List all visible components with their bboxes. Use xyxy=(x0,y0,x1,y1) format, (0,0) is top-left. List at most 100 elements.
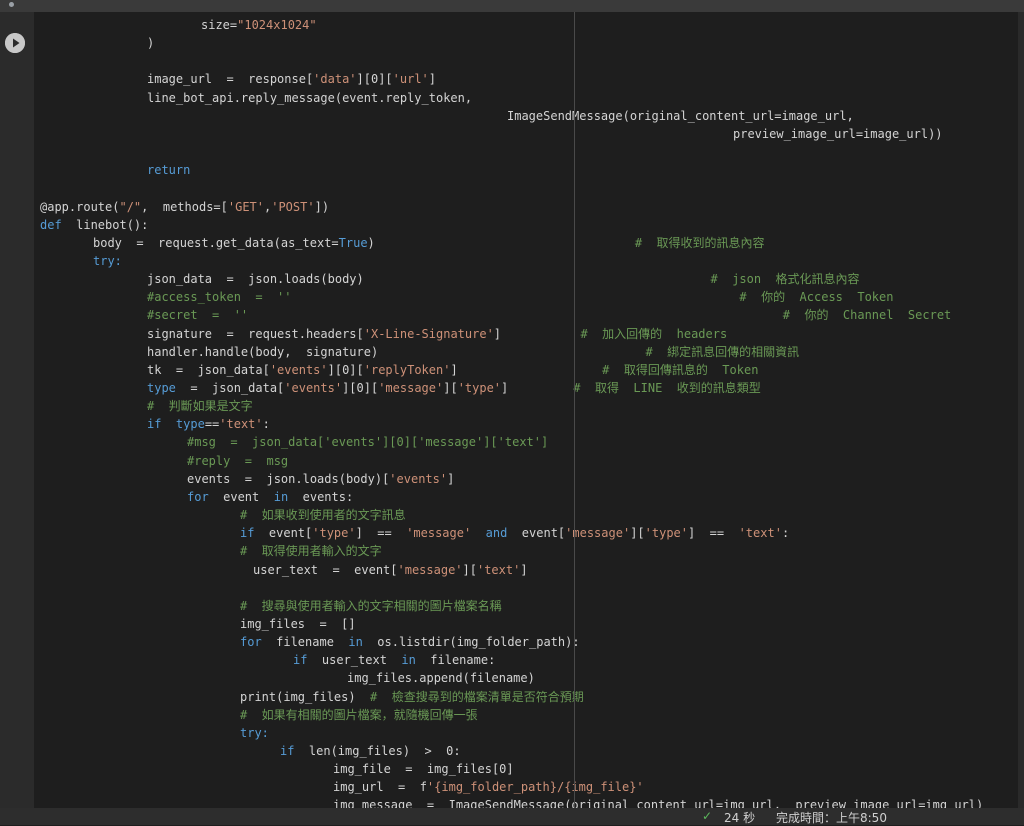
code-text: linebot(): xyxy=(61,217,149,232)
code-line: img_message = ImageSendMessage(original_… xyxy=(333,796,983,808)
code-comment: # 你的 Channel Secret xyxy=(248,308,952,323)
code-text: ] == xyxy=(355,526,407,541)
check-icon: ✓ xyxy=(702,809,713,823)
code-text: filename xyxy=(261,635,349,650)
code-keyword: for xyxy=(187,489,209,504)
code-string: 'url' xyxy=(392,72,429,87)
code-text: ][ xyxy=(443,381,458,395)
code-text: ) xyxy=(367,235,375,250)
play-icon xyxy=(5,33,25,53)
code-text: preview_image_url=image_url)) xyxy=(733,126,943,141)
code-line: signature = request.headers['X-Line-Sign… xyxy=(147,325,727,343)
code-comment: #reply = msg xyxy=(187,453,289,468)
code-keyword: if xyxy=(293,653,308,668)
code-line: ImageSendMessage(original_content_url=im… xyxy=(507,107,854,125)
code-string: 'events' xyxy=(269,362,328,377)
execution-duration: 24 秒 xyxy=(724,811,756,825)
code-comment: # 取得使用者輸入的文字 xyxy=(240,544,382,559)
code-text: = json_data[ xyxy=(175,381,285,395)
code-text: body = request.get_data(as_text= xyxy=(93,235,339,250)
code-text: user_text xyxy=(307,653,402,668)
code-line: @app.route("/", methods=['GET','POST']) xyxy=(40,198,329,216)
code-keyword: def xyxy=(40,217,62,232)
status-bar: ✓ 24 秒 完成時間：上午8:50 xyxy=(0,808,1024,825)
code-editor[interactable]: size="1024x1024") image_url = response['d… xyxy=(34,12,1024,808)
code-keyword: if xyxy=(240,526,255,541)
code-keyword: if xyxy=(147,417,162,432)
code-line: events = json.loads(body)['events'] xyxy=(187,470,454,488)
code-string: 'events' xyxy=(389,471,448,486)
code-text: ] xyxy=(493,326,502,341)
top-toolbar xyxy=(0,0,1024,12)
code-comment: #msg = json_data['events'][0]['message']… xyxy=(187,435,549,450)
code-text: , methods=[ xyxy=(141,199,228,214)
code-text: img_url = f xyxy=(333,780,427,795)
code-line: if user_text in filename: xyxy=(293,651,495,669)
code-string: 'GET' xyxy=(227,199,264,214)
code-comment: # 判斷如果是文字 xyxy=(147,399,253,414)
code-text: ] xyxy=(428,72,437,87)
code-string: 'type' xyxy=(644,526,688,541)
code-text: ] xyxy=(450,362,458,377)
code-line: if len(img_files) > 0: xyxy=(280,742,461,760)
code-line: tk = json_data['events'][0]['replyToken'… xyxy=(147,361,758,379)
code-comment: # 取得 LINE 收到的訊息類型 xyxy=(508,381,761,395)
run-cell-button[interactable] xyxy=(5,33,25,53)
code-line: # 搜尋與使用者輸入的文字相關的圖片檔案名稱 xyxy=(240,597,502,615)
scrollbar[interactable] xyxy=(1018,12,1024,808)
code-comment: # 如果有相關的圖片檔案，就隨機回傳一張 xyxy=(240,707,478,722)
code-string: "/" xyxy=(119,199,142,214)
code-text: len(img_files) > 0: xyxy=(294,744,461,758)
code-text: line_bot_api.reply_message(event.reply_t… xyxy=(147,90,473,105)
code-line: type = json_data['events'][0]['message']… xyxy=(147,379,761,397)
code-text: json_data = json.loads(body) xyxy=(147,272,364,287)
code-text: ImageSendMessage(original_content_url=im… xyxy=(507,108,854,123)
code-keyword: try: xyxy=(240,725,269,740)
code-line: for filename in os.listdir(img_folder_pa… xyxy=(240,633,580,651)
code-keyword: type xyxy=(175,417,205,432)
code-string: 'data' xyxy=(313,72,357,87)
code-text: print(img_files) xyxy=(240,689,356,704)
code-comment: # 如果收到使用者的文字訊息 xyxy=(240,508,406,523)
code-text: ][ xyxy=(462,562,477,577)
code-text: filename: xyxy=(415,653,496,668)
code-line: #reply = msg xyxy=(187,452,288,470)
code-line: img_files.append(filename) xyxy=(347,669,535,687)
cell-gutter xyxy=(0,12,34,808)
code-text: ] xyxy=(447,471,455,486)
code-comment: # 加入回傳的 headers xyxy=(501,326,728,341)
code-text: ]) xyxy=(314,199,330,214)
code-text: size= xyxy=(201,18,238,32)
code-line: img_url = f'{img_folder_path}/{img_file}… xyxy=(333,778,644,796)
code-text: ][0][ xyxy=(356,72,393,87)
code-line: # 如果有相關的圖片檔案，就隨機回傳一張 xyxy=(240,706,478,724)
code-text: img_files = [] xyxy=(240,616,356,631)
code-keyword: return xyxy=(147,163,191,178)
code-text: : xyxy=(262,417,270,432)
code-keyword: if xyxy=(280,744,295,758)
code-string: 'text' xyxy=(738,526,782,541)
code-text: : xyxy=(781,526,790,541)
code-text: event[ xyxy=(507,526,566,541)
code-line: try: xyxy=(93,252,122,270)
code-comment: #access_token = '' xyxy=(147,290,292,305)
code-comment: # 綁定訊息回傳的相關資訊 xyxy=(378,344,800,359)
code-string: "1024x1024" xyxy=(237,18,317,32)
code-text: ][0][ xyxy=(327,362,364,377)
code-string: 'text' xyxy=(476,562,521,577)
code-comment: # 搜尋與使用者輸入的文字相關的圖片檔案名稱 xyxy=(240,598,502,613)
code-line: ) xyxy=(147,34,154,52)
code-string: 'message' xyxy=(406,526,472,541)
code-comment: # 取得收到的訊息內容 xyxy=(374,235,765,250)
code-line: # 判斷如果是文字 xyxy=(147,397,253,415)
code-comment: #secret = '' xyxy=(147,308,249,323)
code-string: 'replyToken' xyxy=(363,362,451,377)
code-line: # 取得使用者輸入的文字 xyxy=(240,542,382,560)
code-text: event[ xyxy=(254,526,313,541)
code-text: user_text = event[ xyxy=(253,562,398,577)
code-keyword: in xyxy=(273,489,289,504)
code-text: ][ xyxy=(630,526,645,541)
code-line: #secret = '' # 你的 Channel Secret xyxy=(147,306,951,324)
